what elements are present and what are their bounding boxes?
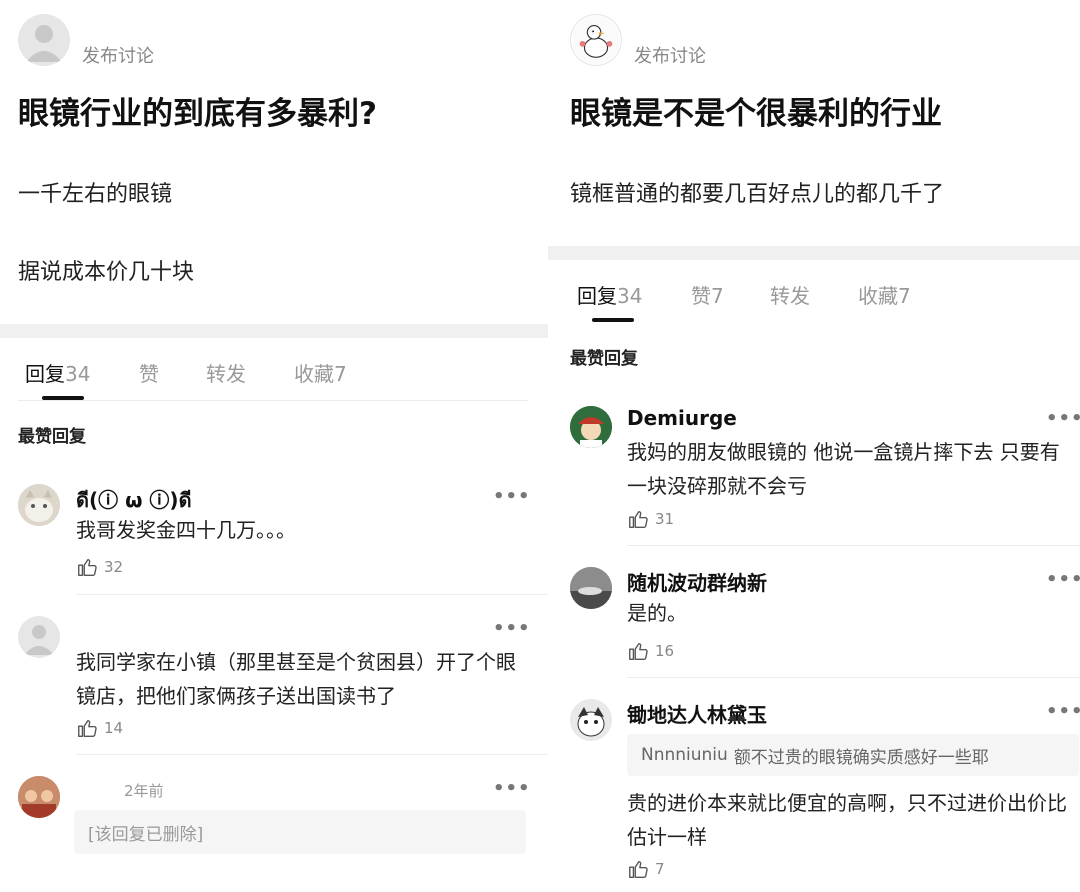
comment-text: 贵的进价本来就比便宜的高啊，只不过进价出价比估计一样 <box>627 791 1067 849</box>
thumb-up-icon <box>629 510 648 528</box>
quoted-author: Nnnniuniu <box>641 745 728 765</box>
like-count: 32 <box>104 558 124 576</box>
post-title: 眼镜行业的到底有多暴利? <box>18 96 377 132</box>
left-post-panel: 发布讨论 眼镜行业的到底有多暴利? 一千左右的眼镜 据说成本价几十块 回复34 … <box>0 0 548 892</box>
like-button[interactable]: 7 <box>627 858 665 880</box>
tab-favorites[interactable]: 收藏7 <box>858 280 911 309</box>
user-avatar[interactable] <box>18 776 60 818</box>
tab-likes[interactable]: 赞7 <box>691 280 724 309</box>
user-avatar[interactable] <box>570 567 612 609</box>
tab-forward[interactable]: 转发 <box>206 358 246 387</box>
comment-divider <box>627 545 1080 546</box>
more-dots-icon[interactable]: ••• <box>1046 701 1080 722</box>
user-avatar[interactable] <box>18 484 60 526</box>
comment-time: 2年前 <box>124 782 164 800</box>
tab-forward[interactable]: 转发 <box>770 280 810 309</box>
more-dots-icon[interactable]: ••• <box>493 486 531 507</box>
tab-likes[interactable]: 赞 <box>139 358 159 387</box>
deleted-reply-box: [该回复已删除] <box>74 810 526 854</box>
like-button[interactable]: 31 <box>627 508 674 530</box>
like-count: 7 <box>655 860 665 878</box>
comment-author[interactable]: ดี(ⓘ ω ⓘ)ดี <box>76 484 192 516</box>
quoted-reply: Nnnniuniu 额不过贵的眼镜确实质感好一些耶 <box>627 734 1079 776</box>
comment-author[interactable]: 随机波动群纳新 <box>627 567 767 596</box>
tabs-divider <box>18 400 528 401</box>
like-count: 31 <box>655 510 675 528</box>
like-count: 16 <box>655 642 675 660</box>
active-tab-indicator <box>592 318 634 322</box>
section-divider <box>548 246 1080 260</box>
tab-label: 收藏 <box>294 362 334 386</box>
comment-author[interactable]: Demiurge <box>627 406 737 430</box>
thumb-up-icon <box>629 860 648 878</box>
tab-label: 转发 <box>206 362 246 386</box>
section-divider <box>0 324 548 338</box>
comment-author[interactable]: 锄地达人林黛玉 <box>627 699 767 728</box>
like-count: 14 <box>104 719 124 737</box>
more-dots-icon[interactable]: ••• <box>1046 569 1080 590</box>
section-label: 最赞回复 <box>18 427 86 447</box>
tab-replies[interactable]: 回复34 <box>577 280 642 309</box>
more-dots-icon[interactable]: ••• <box>493 618 531 639</box>
quoted-text: 额不过贵的眼镜确实质感好一些耶 <box>733 747 989 768</box>
post-body-line: 镜框普通的都要几百好点儿的都几千了 <box>570 182 945 207</box>
user-avatar[interactable] <box>570 406 612 448</box>
more-dots-icon[interactable]: ••• <box>493 778 531 799</box>
like-button[interactable]: 16 <box>627 640 674 662</box>
post-title: 眼镜是不是个很暴利的行业 <box>570 96 942 132</box>
user-avatar[interactable] <box>570 699 612 741</box>
default-avatar-icon[interactable] <box>18 14 70 66</box>
comment-divider <box>76 594 548 595</box>
tab-favorites[interactable]: 收藏7 <box>294 358 347 387</box>
tab-label: 收藏 <box>858 284 898 308</box>
default-avatar-icon[interactable] <box>18 616 60 658</box>
comment-text: 我哥发奖金四十几万。。。 <box>76 518 296 542</box>
section-label: 最赞回复 <box>570 349 638 369</box>
duck-avatar[interactable] <box>570 14 622 66</box>
like-button[interactable]: 14 <box>76 717 123 739</box>
right-post-panel: 发布讨论 眼镜是不是个很暴利的行业 镜框普通的都要几百好点儿的都几千了 回复34… <box>548 0 1080 892</box>
tab-count: 7 <box>898 284 911 308</box>
comment-text: 我妈的朋友做眼镜的 他说一盒镜片摔下去 只要有一块没碎那就不会亏 <box>627 440 1060 498</box>
tab-count: 34 <box>65 362 91 386</box>
comment-divider <box>627 677 1080 678</box>
comment-divider <box>76 754 548 755</box>
tab-replies[interactable]: 回复34 <box>25 358 90 387</box>
comment-text: 我同学家在小镇（那里甚至是个贫困县）开了个眼镜店，把他们家俩孩子送出国读书了 <box>76 650 516 708</box>
tab-count: 34 <box>617 284 643 308</box>
more-dots-icon[interactable]: ••• <box>1046 408 1080 429</box>
tab-label: 回复 <box>577 284 617 308</box>
tab-label: 赞 <box>139 362 159 386</box>
tab-count: 7 <box>711 284 724 308</box>
comment-text: 是的。 <box>627 601 687 625</box>
tab-label: 转发 <box>770 284 810 308</box>
tab-count: 7 <box>334 362 347 386</box>
thumb-up-icon <box>629 642 648 660</box>
post-meta: 发布讨论 <box>634 46 706 67</box>
post-meta: 发布讨论 <box>82 46 154 67</box>
post-body-line: 一千左右的眼镜 <box>18 182 173 207</box>
tab-label: 赞 <box>691 284 711 308</box>
tab-label: 回复 <box>25 362 65 386</box>
thumb-up-icon <box>78 558 97 576</box>
like-button[interactable]: 32 <box>76 556 123 578</box>
post-body-line: 据说成本价几十块 <box>18 260 195 285</box>
thumb-up-icon <box>78 719 97 737</box>
